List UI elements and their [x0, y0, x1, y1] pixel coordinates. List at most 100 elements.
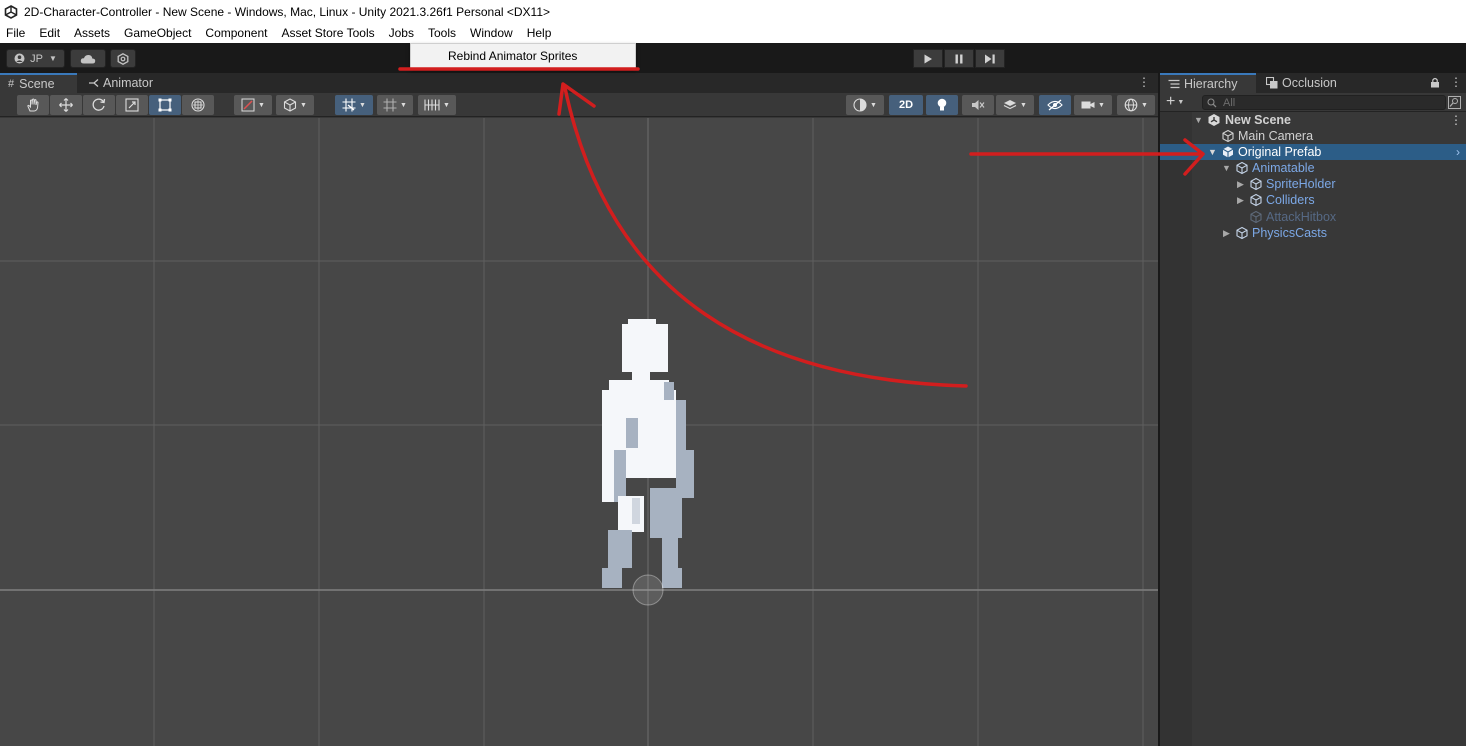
menu-edit[interactable]: Edit	[32, 23, 67, 43]
menu-asset-store-tools[interactable]: Asset Store Tools	[274, 23, 381, 43]
tab-scene[interactable]: # Scene	[0, 73, 77, 93]
kebab-menu-icon[interactable]: ⋮	[1138, 75, 1150, 89]
cube-icon	[283, 98, 297, 112]
hierarchy-item-label: AttackHitbox	[1266, 210, 1337, 224]
fold-open-icon[interactable]: ▼	[1222, 163, 1231, 173]
occlusion-icon	[1266, 77, 1278, 89]
hierarchy-item-colliders[interactable]: ▶ Colliders	[1160, 192, 1466, 208]
hierarchy-item-label: SpriteHolder	[1266, 177, 1336, 191]
2d-mode-toggle[interactable]: 2D	[889, 95, 923, 115]
tab-occlusion[interactable]: Occlusion	[1264, 73, 1337, 93]
scale-tool-button[interactable]	[116, 95, 148, 115]
grid-snap-button[interactable]: ▼	[335, 95, 373, 115]
account-label: JP	[30, 52, 43, 65]
chevron-down-icon: ▼	[1177, 98, 1185, 106]
scene-visibility-toggle[interactable]	[1039, 95, 1071, 115]
2d-mode-label: 2D	[898, 99, 914, 111]
cloud-icon	[80, 54, 96, 63]
menu-help[interactable]: Help	[520, 23, 559, 43]
hierarchy-scene-row[interactable]: ▼ New Scene ⋮	[1160, 112, 1466, 128]
tab-scene-label: Scene	[19, 77, 55, 91]
gameobject-cube-icon	[1222, 129, 1234, 143]
menu-gameobject[interactable]: GameObject	[117, 23, 198, 43]
menu-window[interactable]: Window	[463, 23, 520, 43]
play-button[interactable]	[913, 49, 943, 68]
hierarchy-item-label: PhysicsCasts	[1252, 226, 1328, 240]
fold-closed-icon[interactable]: ▶	[1223, 228, 1230, 239]
audio-toggle[interactable]	[962, 95, 994, 115]
scene-panel-tabs: # Scene Animator ⋮	[0, 73, 1158, 93]
sphere-icon	[853, 98, 867, 112]
increment-snap-dropdown[interactable]: ▼	[418, 95, 456, 115]
hand-icon	[27, 98, 39, 112]
menu-file[interactable]: File	[0, 23, 32, 43]
transform-icon	[191, 98, 205, 112]
hidden-eye-icon	[1047, 99, 1063, 111]
step-icon	[985, 54, 995, 63]
chevron-right-icon[interactable]: ›	[1456, 145, 1460, 159]
chevron-down-icon: ▼	[1098, 101, 1105, 109]
grid-visibility-dropdown[interactable]: ▼	[377, 95, 413, 115]
collab-button[interactable]	[110, 49, 136, 68]
cloud-button[interactable]	[70, 49, 106, 68]
menu-jobs[interactable]: Jobs	[382, 23, 421, 43]
hierarchy-item-original-prefab[interactable]: ▼ Original Prefab ›	[1160, 144, 1466, 160]
scene-canvas	[0, 118, 1158, 746]
pause-button[interactable]	[944, 49, 974, 68]
audio-mute-icon	[972, 100, 985, 110]
rotate-tool-button[interactable]	[83, 95, 115, 115]
scene-viewport[interactable]	[0, 118, 1158, 746]
hierarchy-item-main-camera[interactable]: Main Camera	[1160, 128, 1466, 144]
fold-open-icon[interactable]: ▼	[1194, 115, 1203, 125]
draw-mode-dropdown[interactable]: ▼	[234, 95, 272, 115]
hierarchy-item-spriteholder[interactable]: ▶ SpriteHolder	[1160, 176, 1466, 192]
fold-closed-icon[interactable]: ▶	[1237, 195, 1244, 206]
kebab-menu-icon[interactable]: ⋮	[1450, 75, 1462, 89]
create-dropdown[interactable]: + ▼	[1166, 94, 1184, 110]
scene-camera-dropdown[interactable]: ▼	[1074, 95, 1112, 115]
hand-tool-button[interactable]	[17, 95, 49, 115]
lighting-toggle[interactable]	[926, 95, 958, 115]
kebab-menu-icon[interactable]: ⋮	[1450, 113, 1462, 127]
render-mode-dropdown[interactable]: ▼	[846, 95, 884, 115]
pivot-gizmo[interactable]	[632, 574, 664, 606]
menu-component[interactable]: Component	[198, 23, 274, 43]
account-dropdown[interactable]: JP ▼	[6, 49, 65, 68]
effects-dropdown[interactable]: ▼	[996, 95, 1034, 115]
scene-search-icon[interactable]	[1448, 96, 1461, 109]
chevron-down-icon: ▼	[1020, 101, 1027, 109]
increment-snap-icon	[424, 99, 440, 111]
tab-hierarchy[interactable]: Hierarchy	[1160, 73, 1256, 93]
animator-icon	[89, 79, 99, 87]
gizmos-dropdown[interactable]: ▼	[1117, 95, 1155, 115]
menu-tools[interactable]: Tools	[421, 23, 463, 43]
draw-mode-icon	[241, 98, 255, 112]
hierarchy-toolbar: + ▼ All	[1160, 93, 1466, 112]
tab-animator-label: Animator	[103, 76, 154, 90]
scale-icon	[125, 98, 139, 112]
lightbulb-icon	[937, 98, 947, 111]
hierarchy-search-input[interactable]: All	[1202, 95, 1446, 110]
transform-tool-button[interactable]	[182, 95, 214, 115]
hierarchy-panel-tabs: Hierarchy Occlusion ⋮	[1160, 73, 1466, 93]
move-tool-button[interactable]	[50, 95, 82, 115]
lock-icon[interactable]	[1430, 77, 1440, 88]
unity-scene-icon	[1208, 114, 1220, 126]
chevron-down-icon: ▼	[359, 101, 366, 109]
window-title-bar: 2D-Character-Controller - New Scene - Wi…	[0, 0, 1466, 23]
tab-animator[interactable]: Animator	[86, 73, 153, 93]
step-button[interactable]	[975, 49, 1005, 68]
rotate-icon	[92, 98, 106, 111]
menu-assets[interactable]: Assets	[67, 23, 117, 43]
hierarchy-item-animatable[interactable]: ▼ Animatable	[1160, 160, 1466, 176]
fold-open-icon[interactable]: ▼	[1208, 147, 1217, 157]
rect-tool-button[interactable]	[149, 95, 181, 115]
fold-closed-icon[interactable]: ▶	[1237, 179, 1244, 190]
shading-dropdown[interactable]: ▼	[276, 95, 314, 115]
play-icon	[924, 54, 932, 63]
menu-item-rebind-animator-sprites[interactable]: Rebind Animator Sprites	[411, 49, 577, 63]
hierarchy-item-physicscasts[interactable]: ▶ PhysicsCasts	[1160, 225, 1466, 241]
prefab-cube-icon	[1250, 193, 1262, 207]
hierarchy-item-attackhitbox[interactable]: AttackHitbox	[1160, 209, 1466, 225]
window-title: 2D-Character-Controller - New Scene - Wi…	[24, 4, 551, 19]
